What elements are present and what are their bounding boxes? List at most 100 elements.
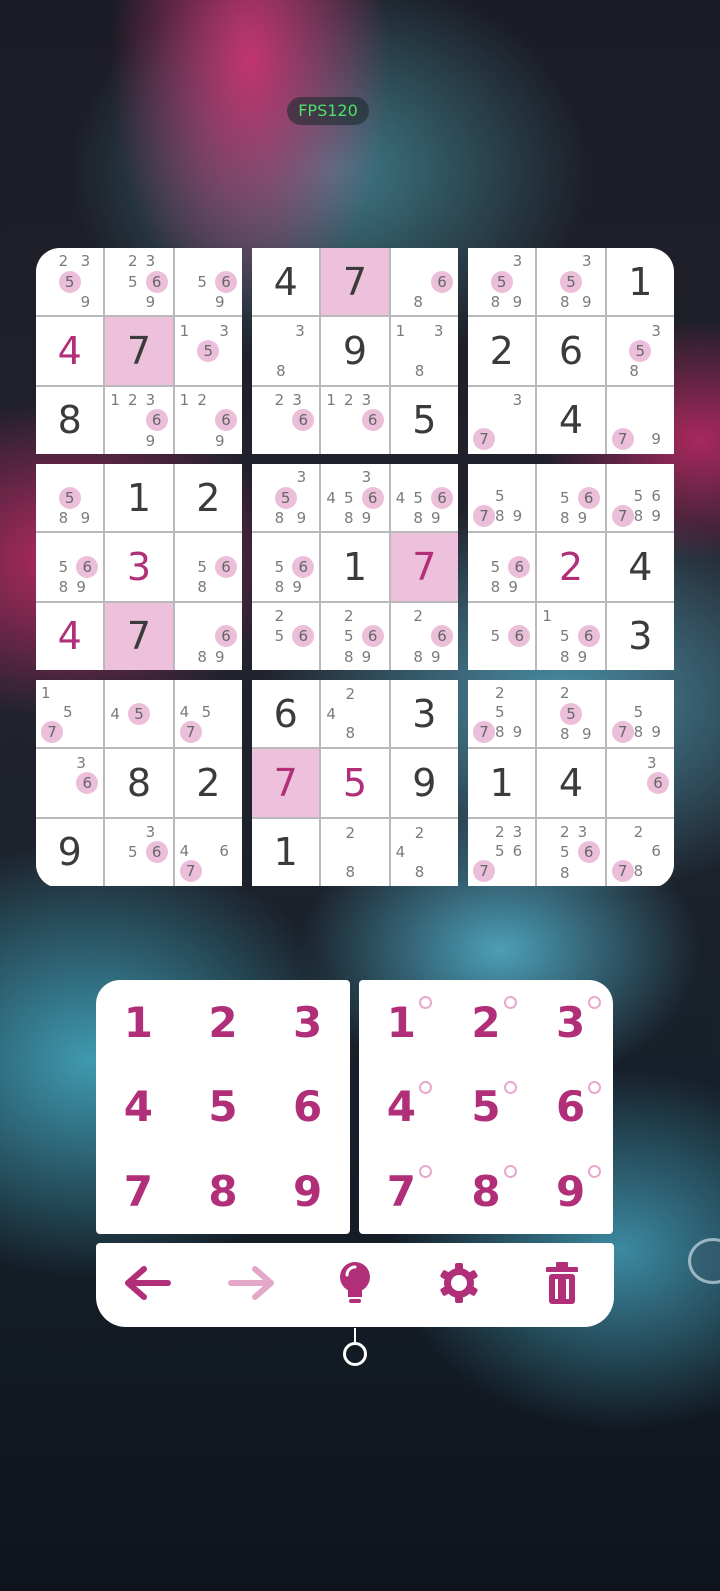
redo-button[interactable] — [221, 1255, 281, 1315]
sudoku-cell[interactable]: 1 — [321, 533, 389, 601]
sudoku-cell[interactable]: 1 — [252, 818, 320, 886]
sudoku-cell[interactable]: 8 — [36, 386, 104, 454]
sudoku-cell[interactable]: 36 — [606, 749, 674, 817]
sudoku-cell[interactable]: 2 5689 — [321, 602, 389, 670]
sudoku-cell[interactable]: 5 — [390, 386, 458, 454]
sudoku-cell[interactable]: 4 — [36, 317, 104, 385]
sudoku-cell[interactable]: 6 — [252, 680, 320, 748]
sudoku-cell[interactable]: 38 — [252, 317, 320, 385]
sudoku-cell[interactable]: 12369 — [105, 386, 173, 454]
sudoku-cell[interactable]: 1269 — [174, 386, 242, 454]
sudoku-cell[interactable]: 5689 — [36, 533, 104, 601]
sudoku-cell[interactable]: 68 — [390, 248, 458, 316]
floating-bubble[interactable] — [688, 1238, 720, 1284]
sudoku-cell[interactable]: 2589 — [537, 680, 605, 748]
sudoku-cell[interactable]: 56789 — [606, 464, 674, 532]
sudoku-cell[interactable]: 7 — [105, 317, 173, 385]
sudoku-cell[interactable]: 356 — [105, 818, 173, 886]
sudoku-cell[interactable]: 248 — [321, 680, 389, 748]
sudoku-cell[interactable]: 2 — [174, 749, 242, 817]
sudoku-cell[interactable]: 2678 — [606, 818, 674, 886]
note-key-5[interactable]: 5 — [444, 1065, 529, 1150]
sudoku-cell[interactable]: 37 — [468, 386, 536, 454]
sudoku-cell[interactable]: 3 45689 — [321, 464, 389, 532]
sudoku-cell[interactable]: 1 — [468, 749, 536, 817]
sudoku-cell[interactable]: 9 — [321, 317, 389, 385]
sudoku-cell[interactable]: 7 — [252, 749, 320, 817]
sudoku-cell[interactable]: 457 — [174, 680, 242, 748]
sudoku-cell[interactable]: 1 — [105, 464, 173, 532]
note-key-6[interactable]: 6 — [528, 1065, 613, 1150]
sudoku-cell[interactable]: 23569 — [105, 248, 173, 316]
undo-button[interactable] — [118, 1255, 178, 1315]
sudoku-cell[interactable]: 5689 — [468, 533, 536, 601]
sudoku-cell[interactable]: 28 — [321, 818, 389, 886]
sudoku-cell[interactable]: 6 — [537, 317, 605, 385]
sudoku-cell[interactable]: 4 — [36, 602, 104, 670]
number-key-1[interactable]: 1 — [96, 980, 181, 1065]
sudoku-cell[interactable]: 2 — [174, 464, 242, 532]
sudoku-cell[interactable]: 2 — [468, 317, 536, 385]
sudoku-cell[interactable]: 7 — [390, 533, 458, 601]
sudoku-cell[interactable]: 23567 — [468, 818, 536, 886]
sudoku-cell[interactable]: 4 — [252, 248, 320, 316]
sudoku-cell[interactable]: 2 56 — [252, 602, 320, 670]
sudoku-cell[interactable]: 3 — [390, 680, 458, 748]
number-key-8[interactable]: 8 — [181, 1149, 266, 1234]
sudoku-cell[interactable]: 1 3 8 — [390, 317, 458, 385]
sudoku-cell[interactable]: 2689 — [390, 602, 458, 670]
sudoku-cell[interactable]: 36 — [36, 749, 104, 817]
note-key-9[interactable]: 9 — [528, 1149, 613, 1234]
sudoku-cell[interactable]: 2359 — [36, 248, 104, 316]
sudoku-cell[interactable]: 4 — [606, 533, 674, 601]
sudoku-cell[interactable]: 3 — [105, 533, 173, 601]
sudoku-cell[interactable]: 4 — [537, 749, 605, 817]
drag-handle[interactable] — [343, 1342, 367, 1366]
sudoku-cell[interactable]: 9 — [390, 749, 458, 817]
sudoku-cell[interactable]: 25789 — [468, 680, 536, 748]
sudoku-cell[interactable]: 3589 — [252, 464, 320, 532]
sudoku-cell[interactable]: 5689 — [537, 464, 605, 532]
sudoku-cell[interactable]: 1236 — [321, 386, 389, 454]
sudoku-cell[interactable]: 15689 — [537, 602, 605, 670]
number-key-3[interactable]: 3 — [265, 980, 350, 1065]
sudoku-cell[interactable]: 358 — [606, 317, 674, 385]
sudoku-cell[interactable]: 9 — [36, 818, 104, 886]
number-key-2[interactable]: 2 — [181, 980, 266, 1065]
sudoku-cell[interactable]: 236 — [252, 386, 320, 454]
delete-button[interactable] — [532, 1255, 592, 1315]
settings-button[interactable] — [429, 1255, 489, 1315]
sudoku-cell[interactable]: 5789 — [468, 464, 536, 532]
number-key-9[interactable]: 9 — [265, 1149, 350, 1234]
sudoku-cell[interactable]: 3 — [606, 602, 674, 670]
number-key-6[interactable]: 6 — [265, 1065, 350, 1150]
note-key-4[interactable]: 4 — [359, 1065, 444, 1150]
sudoku-cell[interactable]: 45 — [105, 680, 173, 748]
number-key-4[interactable]: 4 — [96, 1065, 181, 1150]
sudoku-cell[interactable]: 157 — [36, 680, 104, 748]
sudoku-cell[interactable]: 8 — [105, 749, 173, 817]
hint-button[interactable] — [325, 1255, 385, 1315]
sudoku-cell[interactable]: 7 — [105, 602, 173, 670]
sudoku-cell[interactable]: 45689 — [390, 464, 458, 532]
note-key-1[interactable]: 1 — [359, 980, 444, 1065]
sudoku-cell[interactable]: 4 67 — [174, 818, 242, 886]
sudoku-cell[interactable]: 1 — [606, 248, 674, 316]
sudoku-cell[interactable]: 569 — [174, 248, 242, 316]
sudoku-cell[interactable]: 3589 — [537, 248, 605, 316]
sudoku-cell[interactable]: 79 — [606, 386, 674, 454]
note-key-2[interactable]: 2 — [444, 980, 529, 1065]
sudoku-cell[interactable]: 7 — [321, 248, 389, 316]
sudoku-cell[interactable]: 589 — [36, 464, 104, 532]
sudoku-cell[interactable]: 56 — [468, 602, 536, 670]
sudoku-cell[interactable]: 248 — [390, 818, 458, 886]
sudoku-cell[interactable]: 4 — [537, 386, 605, 454]
sudoku-cell[interactable]: 1 35 — [174, 317, 242, 385]
sudoku-cell[interactable]: 568 — [174, 533, 242, 601]
sudoku-cell[interactable]: 23568 — [537, 818, 605, 886]
note-key-3[interactable]: 3 — [528, 980, 613, 1065]
sudoku-cell[interactable]: 3589 — [468, 248, 536, 316]
number-key-5[interactable]: 5 — [181, 1065, 266, 1150]
sudoku-cell[interactable]: 2 — [537, 533, 605, 601]
sudoku-cell[interactable]: 5689 — [252, 533, 320, 601]
